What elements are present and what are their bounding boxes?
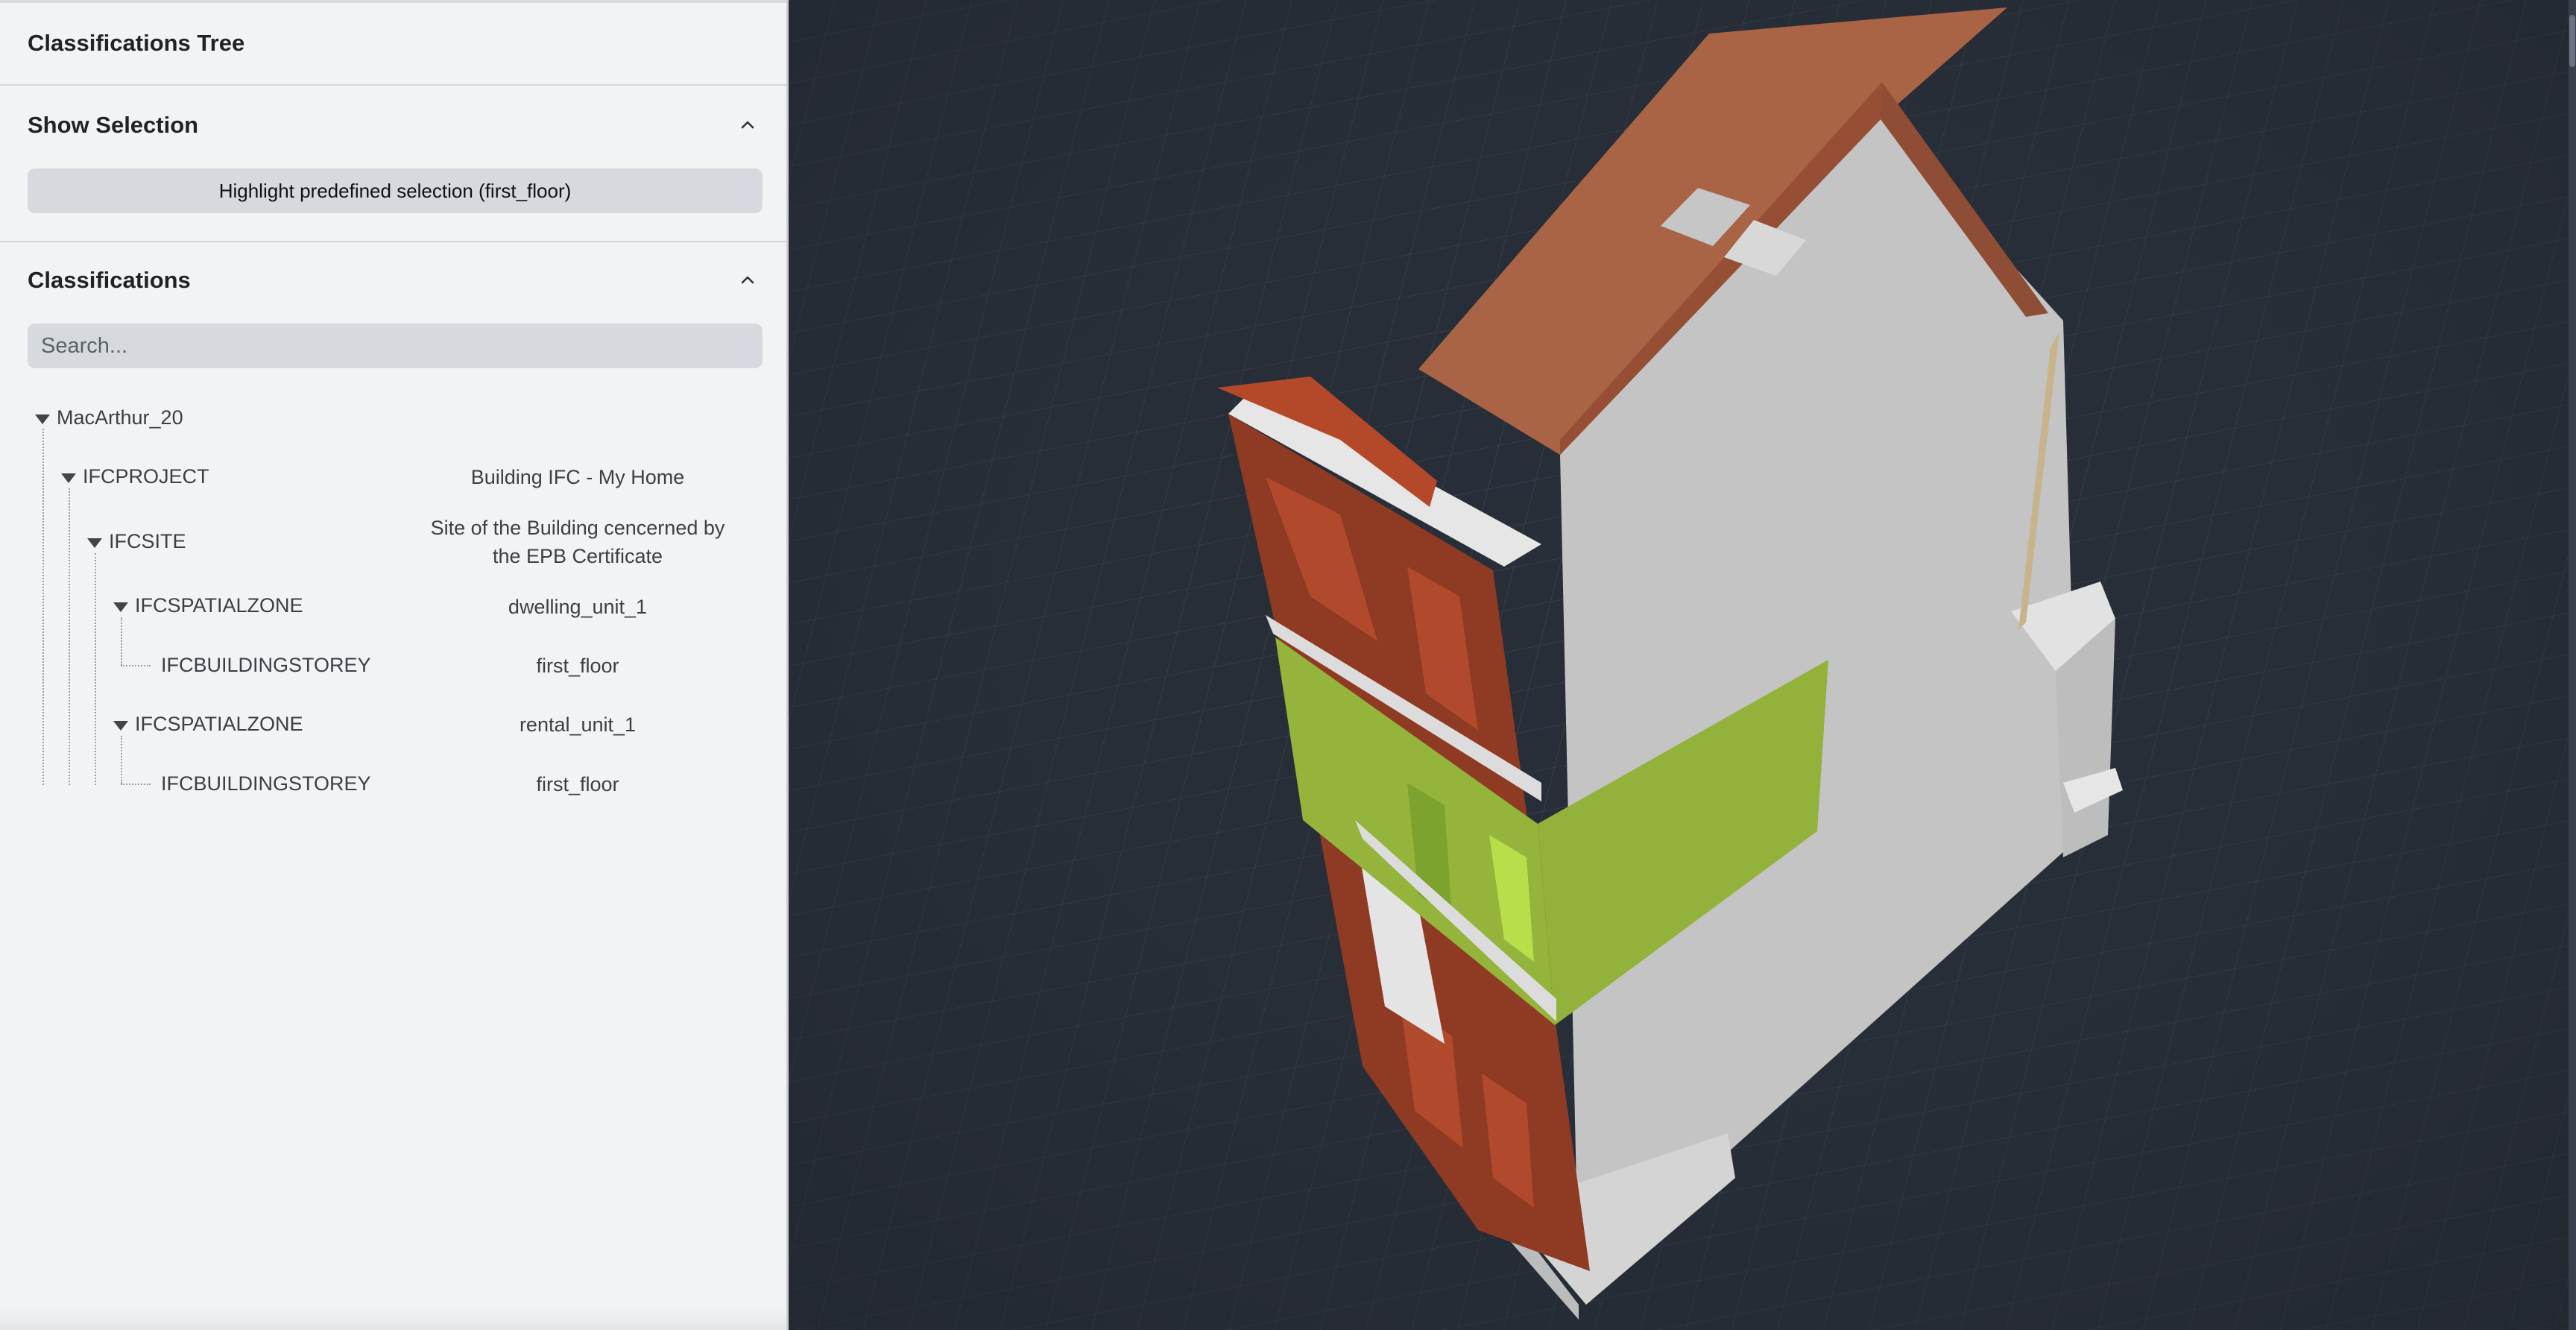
- caret-down-icon[interactable]: [113, 602, 128, 612]
- 3d-viewer-canvas[interactable]: [789, 0, 2576, 1330]
- panel-bottom-shade: [0, 1308, 786, 1330]
- tree-node-label: IFCBUILDINGSTOREY: [161, 772, 371, 795]
- tree-node-value: dwelling_unit_1: [508, 596, 648, 618]
- show-selection-title: Show Selection: [28, 112, 199, 138]
- tree-node-value: first_floor: [536, 773, 619, 795]
- building-model-scene[interactable]: [789, 0, 2576, 1330]
- panel-top-rule: [0, 0, 786, 3]
- classifications-panel: Classifications Tree Show Selection High…: [0, 0, 789, 1330]
- tree-node-value: Site of the Building cencerned by the EP…: [430, 517, 725, 567]
- tree-node-label: IFCBUILDINGSTOREY: [161, 654, 371, 676]
- tree-node-label: IFCSPATIALZONE: [135, 594, 303, 617]
- caret-down-icon[interactable]: [113, 721, 128, 731]
- caret-down-icon[interactable]: [35, 415, 50, 424]
- collapse-classifications-chevron-up-icon[interactable]: [738, 270, 757, 289]
- caret-down-icon[interactable]: [61, 473, 76, 483]
- tree-node-value: rental_unit_1: [519, 713, 637, 736]
- tree-node-label: IFCSPATIALZONE: [135, 713, 303, 735]
- caret-down-icon[interactable]: [87, 538, 102, 548]
- tree-node-value: Building IFC - My Home: [470, 466, 685, 488]
- highlight-selection-button[interactable]: Highlight predefined selection (first_fl…: [28, 168, 763, 213]
- tree-node-label: IFCPROJECT: [83, 465, 209, 488]
- viewer-scrollbar-track[interactable]: [2569, 0, 2576, 1330]
- tree-node-label: MacArthur_20: [57, 406, 183, 429]
- panel-title: Classifications Tree: [28, 30, 245, 56]
- divider: [0, 84, 786, 86]
- viewer-scrollbar-thumb[interactable]: [2569, 15, 2575, 67]
- search-input[interactable]: [28, 324, 763, 368]
- divider: [0, 241, 786, 242]
- tree-node-label: IFCSITE: [109, 530, 186, 552]
- classifications-title: Classifications: [28, 267, 191, 293]
- tree-node-value: first_floor: [536, 655, 619, 677]
- collapse-show-selection-chevron-up-icon[interactable]: [738, 115, 757, 134]
